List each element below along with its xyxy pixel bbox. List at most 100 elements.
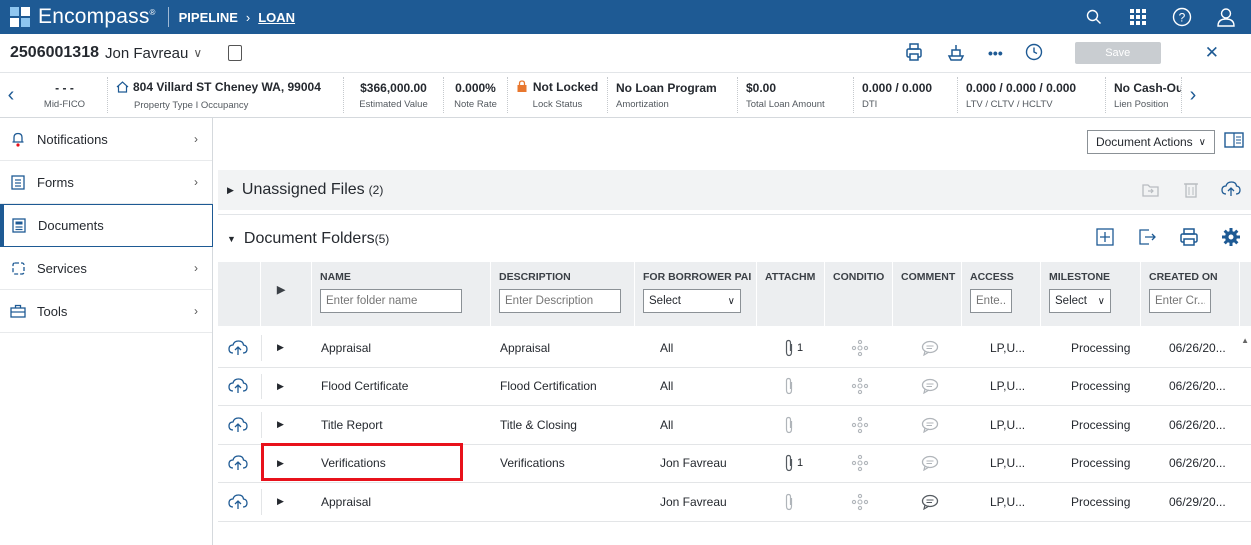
table-row[interactable]: ▶ Appraisal Jon Favreau LP,U... Processing 06… bbox=[218, 483, 1251, 522]
sidebar-item-notifications[interactable]: Notifications › bbox=[0, 118, 212, 161]
clock-icon[interactable] bbox=[1025, 43, 1043, 64]
print-icon[interactable] bbox=[904, 42, 924, 65]
more-options-icon[interactable]: ••• bbox=[988, 45, 1003, 61]
chevron-right-icon: › bbox=[194, 175, 198, 189]
folder-name-filter[interactable] bbox=[320, 289, 462, 313]
expand-caret-icon[interactable]: ▶ bbox=[277, 406, 297, 444]
attachment-cell[interactable]: 1 bbox=[784, 329, 824, 367]
attachment-cell[interactable] bbox=[784, 483, 824, 521]
description-filter[interactable] bbox=[499, 289, 621, 313]
comment-icon[interactable] bbox=[921, 329, 945, 367]
split-view-icon[interactable] bbox=[1223, 130, 1245, 152]
cloud-upload-icon[interactable] bbox=[228, 406, 258, 444]
print-icon[interactable] bbox=[1179, 227, 1199, 250]
save-button[interactable]: Save bbox=[1074, 42, 1161, 64]
chevron-down-icon: ∨ bbox=[1198, 136, 1206, 148]
comment-icon[interactable] bbox=[921, 406, 945, 444]
comment-icon[interactable] bbox=[921, 445, 945, 483]
conditions-icon[interactable] bbox=[851, 483, 875, 521]
conditions-icon[interactable] bbox=[851, 406, 875, 444]
sidebar-item-tools[interactable]: Tools › bbox=[0, 290, 212, 333]
borrower-name[interactable]: Jon Favreau bbox=[105, 45, 188, 62]
access-filter[interactable] bbox=[970, 289, 1012, 313]
sidebar-item-label: Services bbox=[37, 260, 87, 276]
conditions-icon[interactable] bbox=[851, 368, 875, 406]
gear-icon[interactable] bbox=[1221, 227, 1241, 250]
unassigned-files-count: (2) bbox=[368, 183, 384, 197]
document-actions-dropdown[interactable]: Document Actions ∨ bbox=[1086, 130, 1215, 154]
folder-name[interactable]: Appraisal bbox=[321, 483, 486, 521]
chevron-right-icon: › bbox=[194, 132, 198, 146]
export-icon[interactable] bbox=[1137, 227, 1157, 250]
folders-table-body: ▶ Appraisal Appraisal All 1 LP,U... Processing… bbox=[218, 329, 1251, 522]
sidebar-item-forms[interactable]: Forms › bbox=[0, 161, 212, 204]
folder-access: LP,U... bbox=[990, 456, 1026, 471]
summary-lock-status[interactable]: Not Locked Lock Status bbox=[508, 77, 608, 113]
scroll-right-icon[interactable]: › bbox=[1182, 73, 1204, 117]
summary-loan-program: No Loan Program Amortization bbox=[608, 77, 738, 113]
collapse-caret-icon[interactable]: ▼ bbox=[227, 234, 236, 244]
expand-caret-icon[interactable]: ▶ bbox=[277, 368, 297, 406]
cloud-upload-icon[interactable] bbox=[228, 483, 258, 521]
cloud-upload-icon[interactable] bbox=[228, 329, 258, 367]
folder-borrower: All bbox=[660, 340, 674, 355]
sidebar-item-documents[interactable]: Documents bbox=[0, 204, 213, 247]
table-row[interactable]: ▶ Title Report Title & Closing All LP,U... Pr… bbox=[218, 406, 1251, 445]
user-icon[interactable] bbox=[1215, 6, 1237, 28]
cloud-upload-icon[interactable] bbox=[228, 368, 258, 406]
borrower-pair-select[interactable]: Select ∨ bbox=[643, 289, 741, 313]
trash-icon[interactable] bbox=[1183, 180, 1199, 201]
attachment-cell[interactable] bbox=[784, 368, 824, 406]
attachment-cell[interactable] bbox=[784, 406, 824, 444]
breadcrumb-pipeline[interactable]: PIPELINE bbox=[179, 10, 238, 25]
unassigned-files-section[interactable]: ▶ Unassigned Files (2) bbox=[218, 170, 1251, 210]
paperclip-icon bbox=[784, 416, 794, 434]
encompass-logo[interactable]: Encompass® bbox=[10, 5, 156, 29]
attachment-cell[interactable]: 1 bbox=[784, 445, 824, 483]
chevron-down-icon[interactable]: ∨ bbox=[193, 46, 202, 60]
paperclip-icon bbox=[784, 339, 794, 357]
scroll-left-icon[interactable]: ‹ bbox=[0, 73, 22, 117]
add-folder-icon[interactable] bbox=[1095, 227, 1115, 250]
loan-summary-strip: ‹ - - - Mid-FICO 804 Villard ST Cheney WA… bbox=[0, 72, 1251, 118]
created-on-filter[interactable] bbox=[1149, 289, 1211, 313]
chevron-down-icon: ∨ bbox=[727, 295, 735, 307]
milestone-select[interactable]: Select ∨ bbox=[1049, 289, 1111, 313]
close-icon[interactable]: ✕ bbox=[1205, 43, 1219, 63]
table-row[interactable]: ▶ Appraisal Appraisal All 1 LP,U... Processing… bbox=[218, 329, 1251, 368]
expand-all-caret-icon[interactable]: ▶ bbox=[261, 262, 312, 326]
folder-description bbox=[500, 483, 630, 521]
comment-icon[interactable] bbox=[921, 483, 945, 521]
sidebar-item-services[interactable]: Services › bbox=[0, 247, 212, 290]
expand-caret-icon[interactable]: ▶ bbox=[227, 185, 234, 196]
help-icon[interactable]: ? bbox=[1171, 6, 1193, 28]
document-folders-title: Document Folders bbox=[243, 229, 375, 247]
document-folders-section[interactable]: ▼ Document Folders (5) bbox=[218, 214, 1251, 262]
contact-card-icon[interactable] bbox=[228, 45, 243, 61]
folder-name[interactable]: Flood Certificate bbox=[321, 368, 486, 406]
search-icon[interactable] bbox=[1083, 6, 1105, 28]
apps-grid-icon[interactable] bbox=[1127, 6, 1149, 28]
expand-caret-icon[interactable]: ▶ bbox=[277, 329, 297, 367]
services-icon bbox=[10, 260, 26, 276]
expand-caret-icon[interactable]: ▶ bbox=[277, 483, 297, 521]
summary-property-address[interactable]: 804 Villard ST Cheney WA, 99004 Property… bbox=[108, 77, 344, 113]
sidebar-item-label: Documents bbox=[38, 218, 104, 233]
divider bbox=[261, 489, 262, 515]
cloud-upload-icon[interactable] bbox=[228, 445, 258, 483]
comment-icon[interactable] bbox=[921, 368, 945, 406]
move-file-icon[interactable] bbox=[1141, 180, 1161, 201]
conditions-icon[interactable] bbox=[851, 329, 875, 367]
brand-name: Encompass® bbox=[38, 5, 156, 28]
folder-created-on: 06/26/20... bbox=[1169, 456, 1226, 471]
loan-number: 2506001318 bbox=[10, 44, 99, 61]
conditions-icon[interactable] bbox=[851, 445, 875, 483]
boat-icon[interactable] bbox=[946, 42, 966, 65]
summary-estimated-value: $366,000.00 Estimated Value bbox=[344, 77, 444, 113]
table-row[interactable]: ▶ Flood Certificate Flood Certification All… bbox=[218, 368, 1251, 406]
scroll-up-icon[interactable]: ▲ bbox=[1241, 336, 1249, 345]
cloud-upload-icon[interactable] bbox=[1221, 180, 1241, 200]
folder-name[interactable]: Appraisal bbox=[321, 329, 486, 367]
folder-name[interactable]: Title Report bbox=[321, 406, 486, 444]
breadcrumb-loan[interactable]: LOAN bbox=[258, 10, 295, 25]
